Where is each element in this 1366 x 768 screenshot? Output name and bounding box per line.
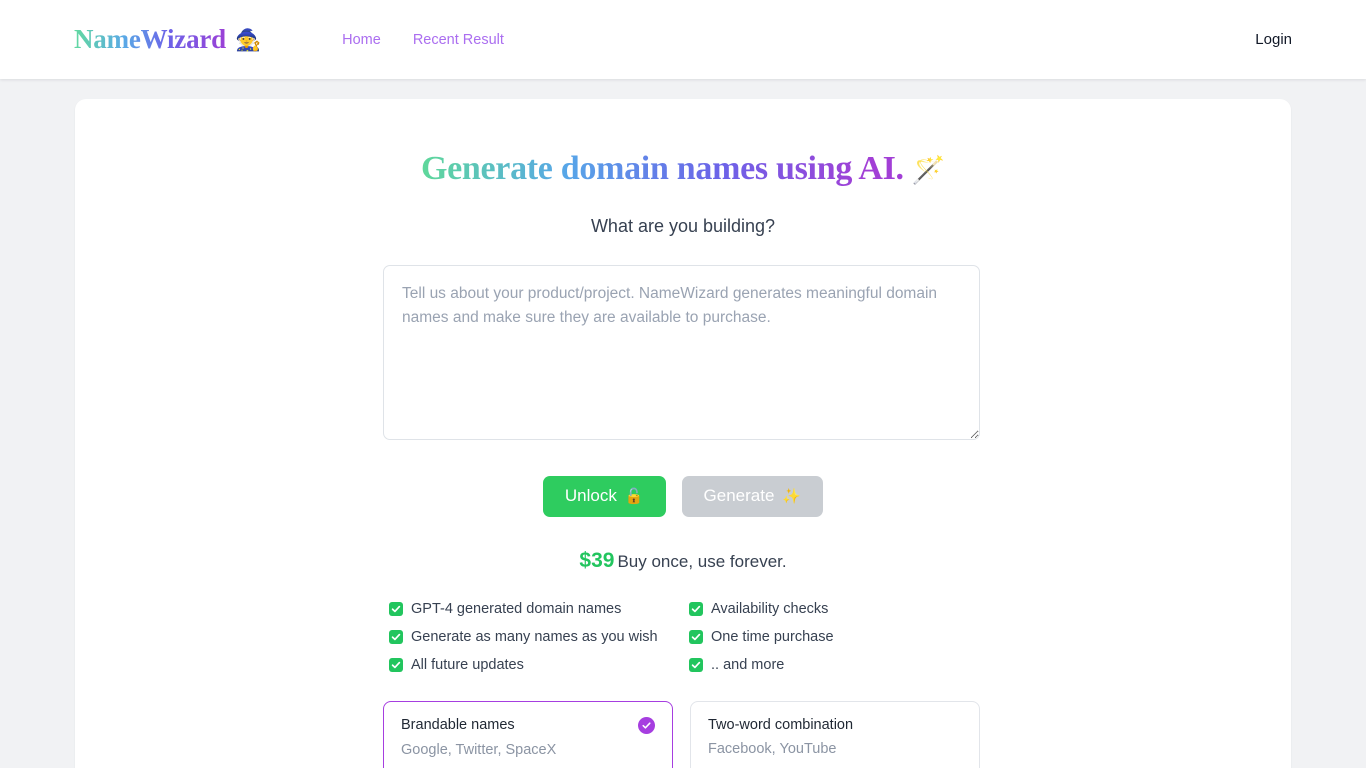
feature-item: .. and more (689, 657, 983, 673)
login-link[interactable]: Login (1255, 31, 1292, 48)
name-style-options: Brandable names Google, Twitter, SpaceX … (383, 700, 983, 768)
feature-list: GPT-4 generated domain names Availabilit… (383, 601, 983, 673)
option-card-header: Brandable names (401, 716, 655, 734)
selected-check-icon (638, 716, 655, 734)
option-card-title: Brandable names (401, 717, 515, 734)
brand-logo[interactable]: NameWizard 🧙 (74, 24, 261, 55)
page-title: Generate domain names using AI. 🪄 (383, 149, 983, 190)
generate-button-label: Generate (703, 486, 775, 506)
feature-item: All future updates (389, 657, 689, 673)
action-buttons: Unlock 🔓 Generate ✨ (383, 475, 983, 517)
check-icon (689, 601, 703, 616)
option-card-examples: Facebook, YouTube (708, 740, 837, 757)
option-card-examples: Google, Twitter, SpaceX (401, 741, 557, 758)
generate-button[interactable]: Generate ✨ (681, 475, 824, 517)
feature-item: Generate as many names as you wish (389, 629, 689, 645)
option-card-two-word-combination[interactable]: Two-word combination Facebook, YouTube (690, 700, 980, 768)
feature-label: GPT-4 generated domain names (411, 600, 622, 617)
brand-name: NameWizard (74, 24, 226, 54)
option-card-title: Two-word combination (708, 716, 854, 733)
wizard-icon: 🧙 (234, 29, 262, 52)
check-icon (689, 657, 703, 672)
header-actions: Login (1255, 31, 1292, 49)
site-header: NameWizard 🧙 Home Recent Result Login (0, 0, 1366, 79)
price-amount: $39 (579, 548, 615, 572)
unlock-button[interactable]: Unlock 🔓 (542, 475, 666, 517)
sparkles-icon: ✨ (782, 488, 802, 506)
feature-item: One time purchase (689, 629, 983, 645)
check-icon (689, 629, 703, 644)
main-panel: Generate domain names using AI. 🪄 What ar… (75, 99, 1291, 768)
prompt-input[interactable] (383, 264, 980, 440)
feature-label: Generate as many names as you wish (411, 628, 658, 645)
option-card-brandable-names[interactable]: Brandable names Google, Twitter, SpaceX (383, 700, 673, 768)
feature-label: All future updates (411, 656, 524, 673)
unlock-button-label: Unlock (564, 486, 617, 506)
feature-label: .. and more (711, 656, 785, 673)
page-title-text: Generate domain names using AI. (420, 150, 904, 187)
nav-item-home[interactable]: Home (342, 32, 381, 48)
prompt-field-wrapper (383, 264, 983, 440)
primary-nav: Home Recent Result (342, 32, 504, 48)
price-tagline: Buy once, use forever. (617, 551, 787, 571)
check-icon (389, 657, 403, 672)
nav-item-recent-result[interactable]: Recent Result (413, 32, 504, 48)
page-subtitle: What are you building? (590, 215, 776, 236)
feature-label: One time purchase (711, 628, 834, 645)
feature-item: Availability checks (689, 601, 983, 617)
content-column: Generate domain names using AI. 🪄 What ar… (383, 149, 983, 768)
feature-item: GPT-4 generated domain names (389, 601, 689, 617)
page-body: Generate domain names using AI. 🪄 What ar… (0, 79, 1366, 768)
check-icon (389, 601, 403, 616)
option-card-header: Two-word combination (708, 717, 962, 733)
check-icon (389, 629, 403, 644)
magic-wand-icon: 🪄 (911, 155, 946, 185)
unlock-icon: 🔓 (624, 488, 644, 506)
feature-label: Availability checks (711, 600, 829, 617)
pricing-line: $39 Buy once, use forever. (383, 549, 983, 573)
